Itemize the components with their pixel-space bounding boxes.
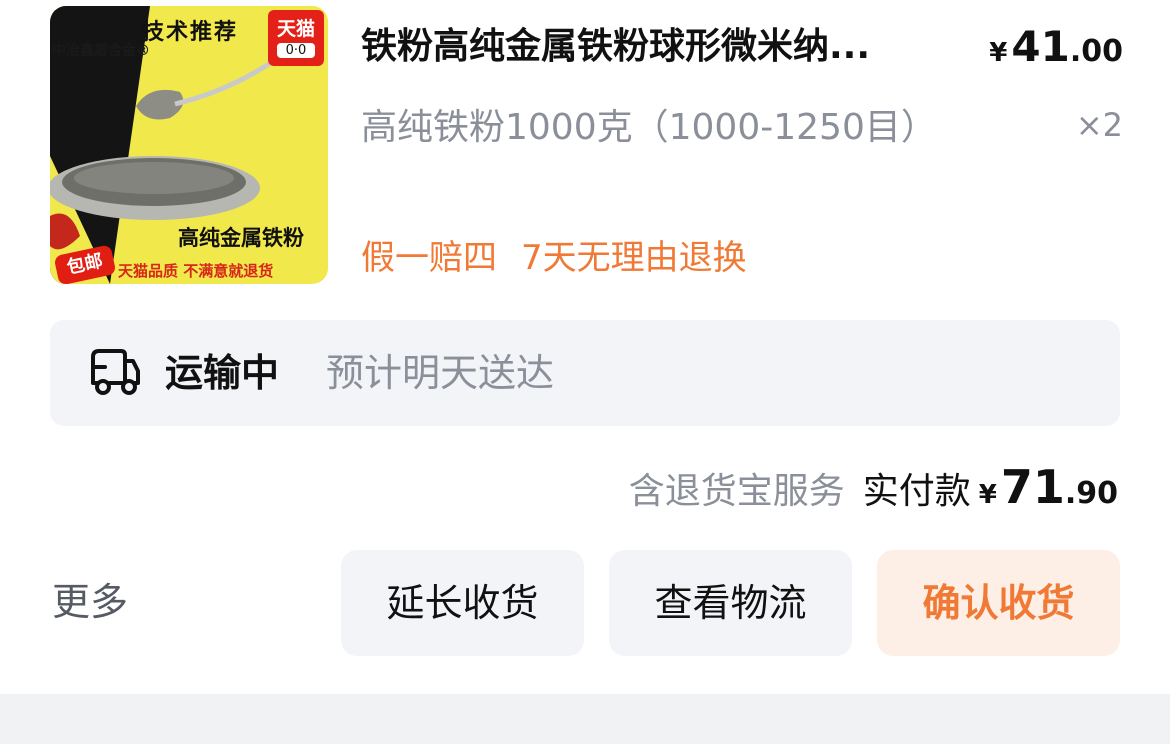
promise-fake-compensation: 假一赔四 [361,238,497,278]
order-card: 中冶鑫盾合金® 技术推荐 天猫 0·0 高纯金属铁粉 包邮 天猫品质 不满意就退… [0,0,1170,694]
more-button[interactable]: 更多 [52,574,128,630]
paid-amount-label: 实付款 [862,471,971,512]
product-thumbnail[interactable]: 中冶鑫盾合金® 技术推荐 天猫 0·0 高纯金属铁粉 包邮 天猫品质 不满意就退… [50,6,328,284]
thumb-headline: 高纯金属铁粉 [178,226,304,250]
section-divider [0,694,1170,744]
tmall-badge-text: 天猫 [276,18,315,40]
price-currency: ¥ [989,38,1008,68]
paid-decimal: .90 [1064,476,1118,511]
logistics-eta: 预计明天送达 [326,351,555,395]
product-quantity: ×2 [1075,106,1123,144]
promise-return-policy: 7天无理由退换 [521,238,747,278]
view-logistics-button[interactable]: 查看物流 [609,550,852,656]
product-sku: 高纯铁粉1000克（1000-1250目） [361,107,937,148]
paid-currency: ¥ [978,480,997,510]
tmall-badge: 天猫 0·0 [268,10,324,66]
tmall-face-icon: 0·0 [277,43,315,58]
thumb-brand-text: 中冶鑫盾合金® [52,43,150,59]
thumb-bottom-text: 天猫品质 不满意就退货 [118,262,274,280]
thumb-tech-text: 技术推荐 [142,20,239,45]
service-promises: 假一赔四 7天无理由退换 [361,232,747,284]
price-decimal: .00 [1069,34,1123,69]
price-integer: 41 [1011,22,1070,71]
confirm-receipt-button[interactable]: 确认收货 [877,550,1120,656]
extend-receipt-button[interactable]: 延长收货 [341,550,584,656]
logistics-bar[interactable]: 运输中 预计明天送达 [50,320,1120,426]
product-title[interactable]: 铁粉高纯金属铁粉球形微米纳... [361,20,951,74]
truck-icon [91,349,140,395]
product-price: ¥41.00 [989,20,1123,83]
logistics-status: 运输中 [165,351,280,395]
paid-integer: 71 [1000,460,1065,514]
payment-summary: 含退货宝服务 实付款 ¥71.90 [629,458,1118,527]
return-insurance-label: 含退货宝服务 [628,471,845,512]
